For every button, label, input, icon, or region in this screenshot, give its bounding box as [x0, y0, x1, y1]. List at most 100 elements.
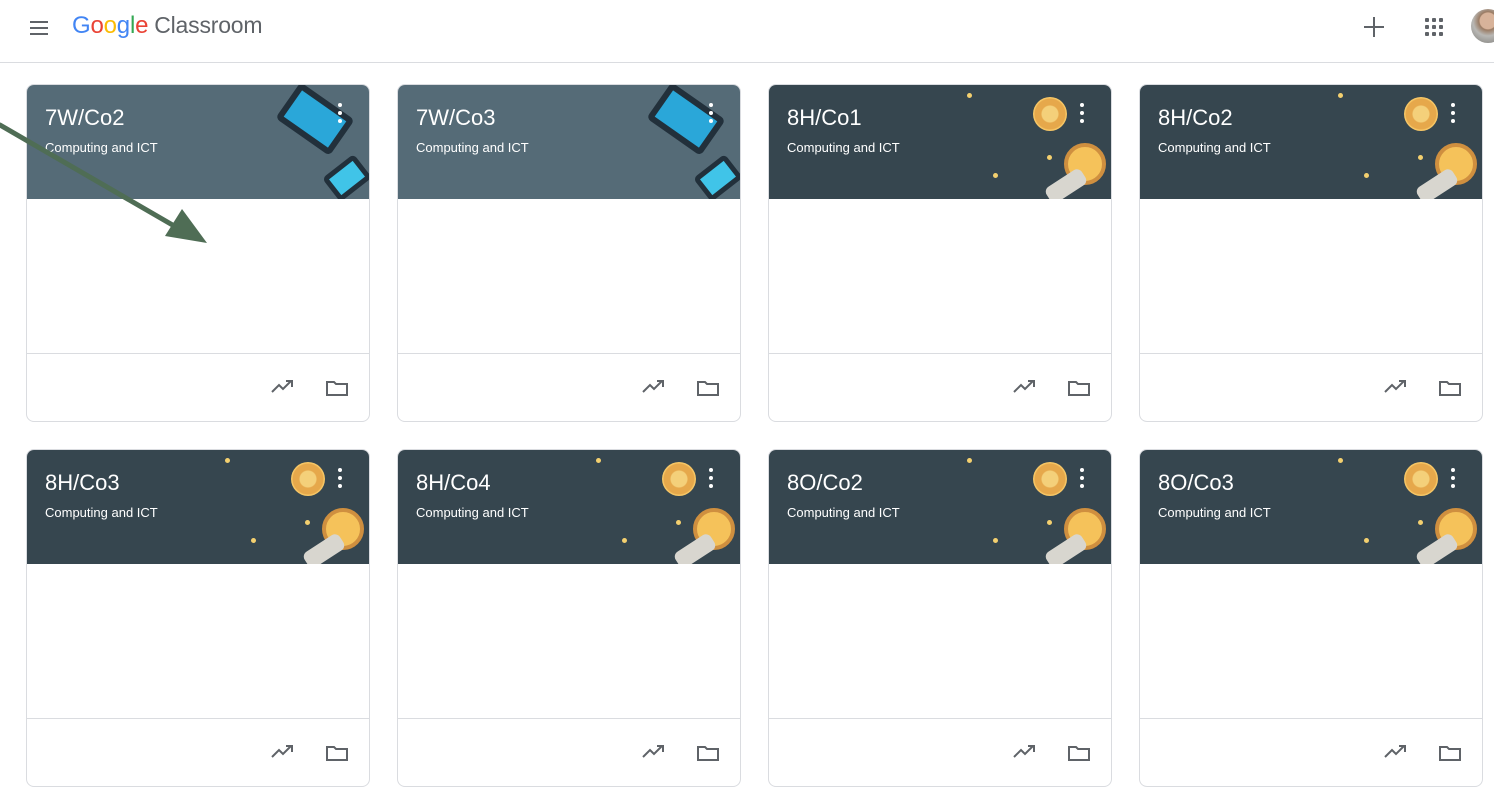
more-vertical-icon[interactable] — [1079, 103, 1085, 125]
grid-icon[interactable] — [1424, 17, 1444, 37]
sparkle-dot — [225, 458, 230, 463]
more-dot — [1080, 103, 1084, 107]
more-dot — [338, 484, 342, 488]
sparkle-dot — [596, 458, 601, 463]
class-card[interactable]: 8H/Co3 Computing and ICT — [26, 449, 370, 787]
badge-illustration — [1404, 97, 1438, 131]
more-dot — [1080, 119, 1084, 123]
trending-glyph — [1013, 380, 1035, 393]
more-dot — [709, 484, 713, 488]
trending-icon[interactable] — [1384, 743, 1408, 759]
class-card[interactable]: 8H/Co1 Computing and ICT — [768, 84, 1112, 422]
class-title[interactable]: 8H/Co1 — [787, 105, 862, 131]
card-divider — [1140, 718, 1482, 719]
brand-letter-g: g — [116, 12, 130, 39]
more-dot — [1451, 476, 1455, 480]
class-card-banner[interactable]: 8H/Co1 Computing and ICT — [769, 85, 1111, 199]
class-subtitle: Computing and ICT — [1158, 505, 1271, 520]
tablet-illustration — [322, 153, 369, 199]
badge-illustration — [291, 462, 325, 496]
trending-glyph — [642, 745, 664, 758]
class-card-banner[interactable]: 8H/Co4 Computing and ICT — [398, 450, 740, 564]
badge-illustration — [662, 462, 696, 496]
trending-glyph — [271, 380, 293, 393]
trending-glyph — [1013, 745, 1035, 758]
folder-icon[interactable] — [325, 743, 349, 763]
folder-icon[interactable] — [696, 743, 720, 763]
class-title[interactable]: 8O/Co3 — [1158, 470, 1234, 496]
class-card-banner[interactable]: 7W/Co3 Computing and ICT — [398, 85, 740, 199]
trending-icon[interactable] — [1013, 743, 1037, 759]
folder-icon[interactable] — [1067, 743, 1091, 763]
more-vertical-icon[interactable] — [337, 468, 343, 490]
folder-icon[interactable] — [1438, 743, 1462, 763]
class-card[interactable]: 8H/Co4 Computing and ICT — [397, 449, 741, 787]
more-vertical-icon[interactable] — [1450, 103, 1456, 125]
class-card-banner[interactable]: 8H/Co3 Computing and ICT — [27, 450, 369, 564]
trending-icon[interactable] — [271, 743, 295, 759]
hamburger-icon[interactable] — [28, 17, 50, 39]
card-divider — [769, 718, 1111, 719]
sparkle-dot — [676, 520, 681, 525]
class-title[interactable]: 8H/Co4 — [416, 470, 491, 496]
plus-icon[interactable] — [1361, 14, 1387, 40]
class-title[interactable]: 7W/Co2 — [45, 105, 124, 131]
sparkle-dot — [1418, 155, 1423, 160]
folder-glyph — [1439, 381, 1461, 396]
class-card[interactable]: 8H/Co2 Computing and ICT — [1139, 84, 1483, 422]
more-dot — [709, 119, 713, 123]
trending-icon[interactable] — [271, 378, 295, 394]
more-dot — [1451, 484, 1455, 488]
sparkle-dot — [1047, 155, 1052, 160]
trending-icon[interactable] — [1013, 378, 1037, 394]
class-card-banner[interactable]: 8O/Co2 Computing and ICT — [769, 450, 1111, 564]
more-dot — [1451, 468, 1455, 472]
class-card[interactable]: 8O/Co2 Computing and ICT — [768, 449, 1112, 787]
more-dot — [709, 103, 713, 107]
trending-icon[interactable] — [642, 378, 666, 394]
google-classroom-logo[interactable]: Google Classroom — [72, 12, 263, 40]
badge-illustration — [1404, 462, 1438, 496]
more-dot — [338, 468, 342, 472]
class-title[interactable]: 7W/Co3 — [416, 105, 495, 131]
folder-glyph — [1068, 381, 1090, 396]
folder-icon[interactable] — [1438, 378, 1462, 398]
class-title[interactable]: 8O/Co2 — [787, 470, 863, 496]
class-card[interactable]: 8O/Co3 Computing and ICT — [1139, 449, 1483, 787]
card-divider — [27, 353, 369, 354]
avatar[interactable] — [1471, 9, 1494, 43]
folder-glyph — [1068, 746, 1090, 761]
folder-icon[interactable] — [696, 378, 720, 398]
trending-glyph — [271, 745, 293, 758]
class-title[interactable]: 8H/Co2 — [1158, 105, 1233, 131]
trending-icon[interactable] — [642, 743, 666, 759]
class-card-banner[interactable]: 7W/Co2 Computing and ICT — [27, 85, 369, 199]
card-divider — [398, 353, 740, 354]
more-vertical-icon[interactable] — [1079, 468, 1085, 490]
class-card-banner[interactable]: 8H/Co2 Computing and ICT — [1140, 85, 1482, 199]
badge-illustration — [1033, 97, 1067, 131]
class-card-banner[interactable]: 8O/Co3 Computing and ICT — [1140, 450, 1482, 564]
trending-glyph — [1384, 745, 1406, 758]
trending-icon[interactable] — [1384, 378, 1408, 394]
class-card[interactable]: 7W/Co2 Computing and ICT — [26, 84, 370, 422]
class-subtitle: Computing and ICT — [45, 505, 158, 520]
folder-icon[interactable] — [325, 378, 349, 398]
folder-icon[interactable] — [1067, 378, 1091, 398]
class-subtitle: Computing and ICT — [787, 505, 900, 520]
sparkle-dot — [1047, 520, 1052, 525]
card-divider — [27, 718, 369, 719]
more-vertical-icon[interactable] — [708, 468, 714, 490]
folder-glyph — [326, 746, 348, 761]
class-card[interactable]: 7W/Co3 Computing and ICT — [397, 84, 741, 422]
class-subtitle: Computing and ICT — [1158, 140, 1271, 155]
class-title[interactable]: 8H/Co3 — [45, 470, 120, 496]
more-dot — [338, 111, 342, 115]
more-vertical-icon[interactable] — [1450, 468, 1456, 490]
class-subtitle: Computing and ICT — [416, 140, 529, 155]
more-vertical-icon[interactable] — [708, 103, 714, 125]
more-vertical-icon[interactable] — [337, 103, 343, 125]
more-dot — [1451, 119, 1455, 123]
more-dot — [1451, 111, 1455, 115]
more-dot — [1080, 484, 1084, 488]
